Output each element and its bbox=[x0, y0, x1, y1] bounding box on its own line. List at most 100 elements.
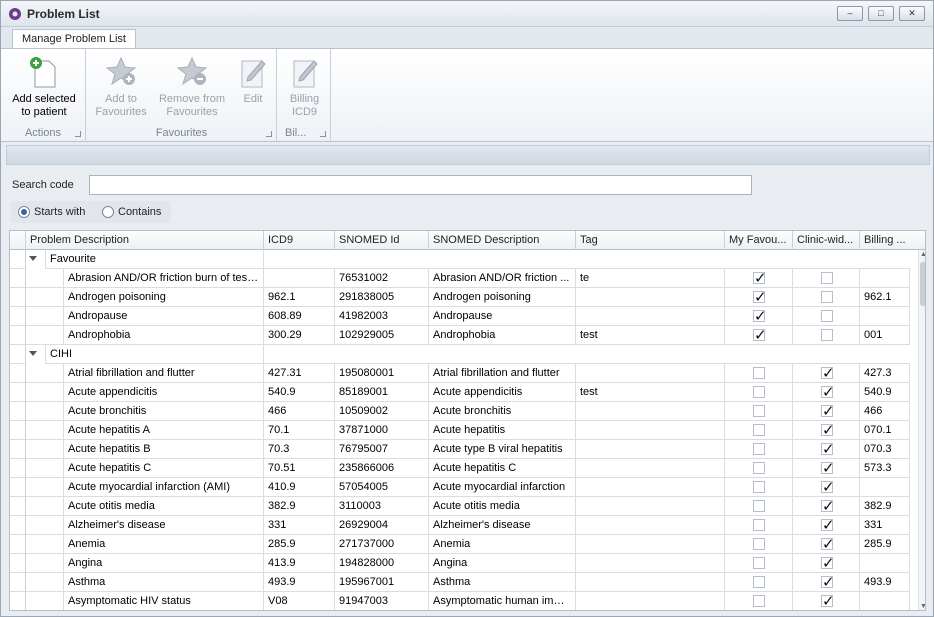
scroll-up-icon[interactable]: ▲ bbox=[919, 251, 925, 258]
cell-desc[interactable]: Alzheimer's disease bbox=[64, 516, 264, 535]
cell-billing[interactable] bbox=[860, 269, 910, 288]
clinic-wide-checkbox[interactable] bbox=[821, 291, 833, 303]
table-row[interactable]: Anemia285.9271737000Anemia285.9 bbox=[10, 535, 910, 554]
table-row[interactable]: Atrial fibrillation and flutter 427.31 195… bbox=[10, 364, 910, 383]
cell-icd9[interactable]: 493.9 bbox=[264, 573, 335, 592]
cell-billing[interactable]: 285.9 bbox=[860, 535, 910, 554]
cell-billing[interactable] bbox=[860, 478, 910, 497]
cell-snomed-desc[interactable]: Atrial fibrillation and flutter bbox=[429, 364, 576, 383]
clinic-wide-checkbox[interactable] bbox=[821, 421, 835, 439]
cell-tag[interactable] bbox=[576, 402, 725, 421]
cell-icd9[interactable]: 410.9 bbox=[264, 478, 335, 497]
dialog-launcher-icon[interactable] bbox=[75, 131, 81, 137]
cell-desc[interactable]: Androphobia bbox=[64, 326, 264, 345]
clinic-wide-checkbox[interactable] bbox=[821, 516, 835, 534]
group-row[interactable]: CIHI bbox=[10, 345, 910, 364]
clinic-wide-checkbox[interactable] bbox=[821, 329, 833, 341]
table-row[interactable]: Acute hepatitis C 70.51 235866006 Acute hep… bbox=[10, 459, 910, 478]
column-header-problem-description[interactable]: Problem Description bbox=[26, 231, 264, 250]
cell-snomed-id[interactable]: 41982003 bbox=[335, 307, 429, 326]
cell-billing[interactable]: 001 bbox=[860, 326, 910, 345]
cell-tag[interactable] bbox=[576, 573, 725, 592]
cell-desc[interactable]: Asthma bbox=[64, 573, 264, 592]
cell-tag[interactable] bbox=[576, 516, 725, 535]
clinic-wide-checkbox[interactable] bbox=[821, 478, 835, 496]
cell-tag[interactable] bbox=[576, 459, 725, 478]
my-favourite-checkbox[interactable] bbox=[753, 424, 765, 436]
cell-snomed-desc[interactable]: Anemia bbox=[429, 535, 576, 554]
tab-manage-problem-list[interactable]: Manage Problem List bbox=[12, 29, 136, 50]
cell-billing[interactable]: 427.3 bbox=[860, 364, 910, 383]
cell-tag[interactable]: test bbox=[576, 383, 725, 402]
table-row[interactable]: Asymptomatic HIV status V08 91947003 Asympt… bbox=[10, 592, 910, 610]
cell-snomed-desc[interactable]: Asthma bbox=[429, 573, 576, 592]
cell-desc[interactable]: Acute myocardial infarction (AMI) bbox=[64, 478, 264, 497]
my-favourite-checkbox[interactable] bbox=[753, 500, 765, 512]
cell-icd9[interactable]: 300.29 bbox=[264, 326, 335, 345]
cell-tag[interactable] bbox=[576, 535, 725, 554]
cell-snomed-id[interactable]: 26929004 bbox=[335, 516, 429, 535]
cell-icd9[interactable] bbox=[264, 269, 335, 288]
cell-desc[interactable]: Acute bronchitis bbox=[64, 402, 264, 421]
cell-snomed-desc[interactable]: Androphobia bbox=[429, 326, 576, 345]
my-favourite-checkbox[interactable] bbox=[753, 481, 765, 493]
remove-from-favourites-button[interactable]: Remove from Favourites bbox=[155, 53, 229, 119]
my-favourite-checkbox[interactable] bbox=[753, 386, 765, 398]
cell-billing[interactable]: 466 bbox=[860, 402, 910, 421]
billing-icd9-button[interactable]: Billing ICD9 bbox=[282, 53, 327, 119]
cell-snomed-desc[interactable]: Acute myocardial infarction bbox=[429, 478, 576, 497]
clinic-wide-checkbox[interactable] bbox=[821, 535, 835, 553]
column-header-snomed-description[interactable]: SNOMED Description bbox=[429, 231, 576, 250]
edit-button[interactable]: Edit bbox=[233, 53, 273, 106]
my-favourite-checkbox[interactable] bbox=[753, 557, 765, 569]
table-row[interactable]: Acute myocardial infarction (AMI) 410.9 57… bbox=[10, 478, 910, 497]
clinic-wide-checkbox[interactable] bbox=[821, 459, 835, 477]
cell-snomed-id[interactable]: 85189001 bbox=[335, 383, 429, 402]
table-row[interactable]: Acute hepatitis A 70.1 37871000 Acute hepat… bbox=[10, 421, 910, 440]
column-header-clinic-wide[interactable]: Clinic-wid... bbox=[793, 231, 860, 250]
cell-billing[interactable]: 382.9 bbox=[860, 497, 910, 516]
cell-snomed-desc[interactable]: Acute appendicitis bbox=[429, 383, 576, 402]
cell-snomed-id[interactable]: 271737000 bbox=[335, 535, 429, 554]
cell-desc[interactable]: Angina bbox=[64, 554, 264, 573]
my-favourite-checkbox[interactable] bbox=[753, 288, 767, 306]
cell-desc[interactable]: Abrasion AND/OR friction burn of test... bbox=[64, 269, 264, 288]
cell-snomed-desc[interactable]: Andropause bbox=[429, 307, 576, 326]
clinic-wide-checkbox[interactable] bbox=[821, 383, 835, 401]
cell-snomed-id[interactable]: 76531002 bbox=[335, 269, 429, 288]
my-favourite-checkbox[interactable] bbox=[753, 443, 765, 455]
cell-icd9[interactable]: 413.9 bbox=[264, 554, 335, 573]
column-header-billing[interactable]: Billing ... bbox=[860, 231, 925, 250]
my-favourite-checkbox[interactable] bbox=[753, 326, 767, 344]
clinic-wide-checkbox[interactable] bbox=[821, 554, 835, 572]
cell-snomed-desc[interactable]: Acute otitis media bbox=[429, 497, 576, 516]
table-row[interactable]: Acute bronchitis 466 10509002 Acute bronchi… bbox=[10, 402, 910, 421]
cell-billing[interactable] bbox=[860, 592, 910, 610]
cell-desc[interactable]: Anemia bbox=[64, 535, 264, 554]
column-header-my-favourite[interactable]: My Favou... bbox=[725, 231, 793, 250]
column-header-snomed-id[interactable]: SNOMED Id bbox=[335, 231, 429, 250]
cell-snomed-id[interactable]: 195080001 bbox=[335, 364, 429, 383]
close-button[interactable]: ✕ bbox=[899, 6, 925, 21]
table-row[interactable]: Acute appendicitis 540.9 85189001 Acute app… bbox=[10, 383, 910, 402]
maximize-button[interactable]: □ bbox=[868, 6, 894, 21]
cell-snomed-desc[interactable]: Acute hepatitis bbox=[429, 421, 576, 440]
scroll-thumb[interactable] bbox=[920, 262, 925, 306]
column-header-icd9[interactable]: ICD9 bbox=[264, 231, 335, 250]
cell-icd9[interactable]: 466 bbox=[264, 402, 335, 421]
table-row[interactable]: Acute otitis media 382.9 3110003 Acute otit… bbox=[10, 497, 910, 516]
table-row[interactable]: Androphobia 300.29 102929005 Androphobia tes… bbox=[10, 326, 910, 345]
collapse-icon[interactable] bbox=[29, 351, 37, 356]
cell-icd9[interactable]: 70.3 bbox=[264, 440, 335, 459]
my-favourite-checkbox[interactable] bbox=[753, 576, 765, 588]
cell-desc[interactable]: Acute hepatitis C bbox=[64, 459, 264, 478]
cell-snomed-id[interactable]: 91947003 bbox=[335, 592, 429, 610]
cell-billing[interactable]: 962.1 bbox=[860, 288, 910, 307]
starts-with-radio[interactable] bbox=[18, 206, 30, 218]
my-favourite-checkbox[interactable] bbox=[753, 595, 765, 607]
table-row[interactable]: Asthma493.9195967001Asthma493.9 bbox=[10, 573, 910, 592]
contains-radio[interactable] bbox=[102, 206, 114, 218]
table-row[interactable]: Alzheimer's disease 331 26929004 Alzheimer'… bbox=[10, 516, 910, 535]
cell-billing[interactable] bbox=[860, 554, 910, 573]
scroll-down-icon[interactable]: ▼ bbox=[919, 603, 925, 610]
